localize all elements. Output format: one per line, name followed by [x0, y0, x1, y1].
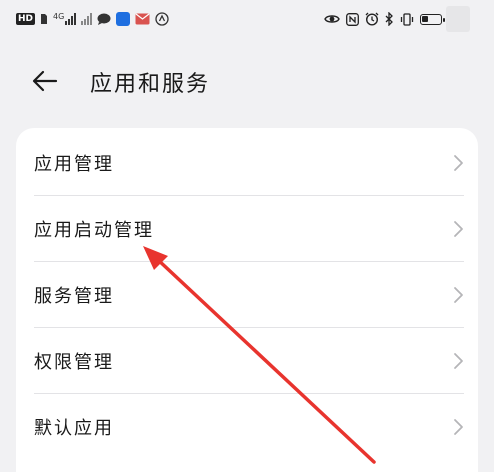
app-notification-icon — [116, 12, 131, 26]
alarm-icon — [365, 12, 379, 26]
chevron-right-icon — [454, 419, 463, 435]
menu-item-app-launch-management[interactable]: 应用启动管理 — [16, 196, 478, 262]
chevron-right-icon — [454, 353, 463, 369]
status-left: HD 4G — [16, 9, 169, 29]
status-bar: HD 4G — [0, 0, 494, 40]
chevron-right-icon — [454, 221, 463, 237]
message-bubble-icon — [97, 13, 111, 25]
page-title: 应用和服务 — [90, 72, 211, 97]
network-type-label: 4G — [53, 12, 65, 21]
sim-icon — [40, 13, 48, 25]
battery-icon — [420, 13, 445, 25]
back-button[interactable] — [28, 64, 62, 98]
menu-item-label: 默认应用 — [34, 418, 114, 439]
menu-item-label: 应用启动管理 — [34, 220, 154, 241]
bluetooth-icon — [385, 12, 394, 26]
mail-icon — [135, 13, 150, 25]
menu-item-label: 服务管理 — [34, 286, 114, 307]
nfc-icon — [346, 12, 359, 26]
vibrate-icon — [400, 12, 414, 26]
accessibility-icon — [155, 12, 169, 26]
menu-item-default-apps[interactable]: 默认应用 — [16, 394, 478, 460]
menu-item-app-management[interactable]: 应用管理 — [16, 130, 478, 196]
signal-strength-icon: 4G — [53, 12, 77, 25]
signal-no-service-icon — [81, 13, 93, 25]
settings-card: 应用管理 应用启动管理 服务管理 权限管理 默认应用 — [16, 128, 478, 472]
menu-item-service-management[interactable]: 服务管理 — [16, 262, 478, 328]
eye-comfort-icon — [324, 13, 340, 25]
status-ghost — [446, 6, 470, 32]
menu-item-permission-management[interactable]: 权限管理 — [16, 328, 478, 394]
chevron-right-icon — [454, 287, 463, 303]
status-right — [324, 9, 445, 29]
menu-item-label: 权限管理 — [34, 352, 114, 373]
chevron-right-icon — [454, 155, 463, 171]
back-arrow-icon — [32, 70, 58, 92]
header: 应用和服务 — [0, 56, 494, 104]
hd-voice-icon: HD — [16, 13, 36, 25]
menu-item-label: 应用管理 — [34, 154, 114, 175]
